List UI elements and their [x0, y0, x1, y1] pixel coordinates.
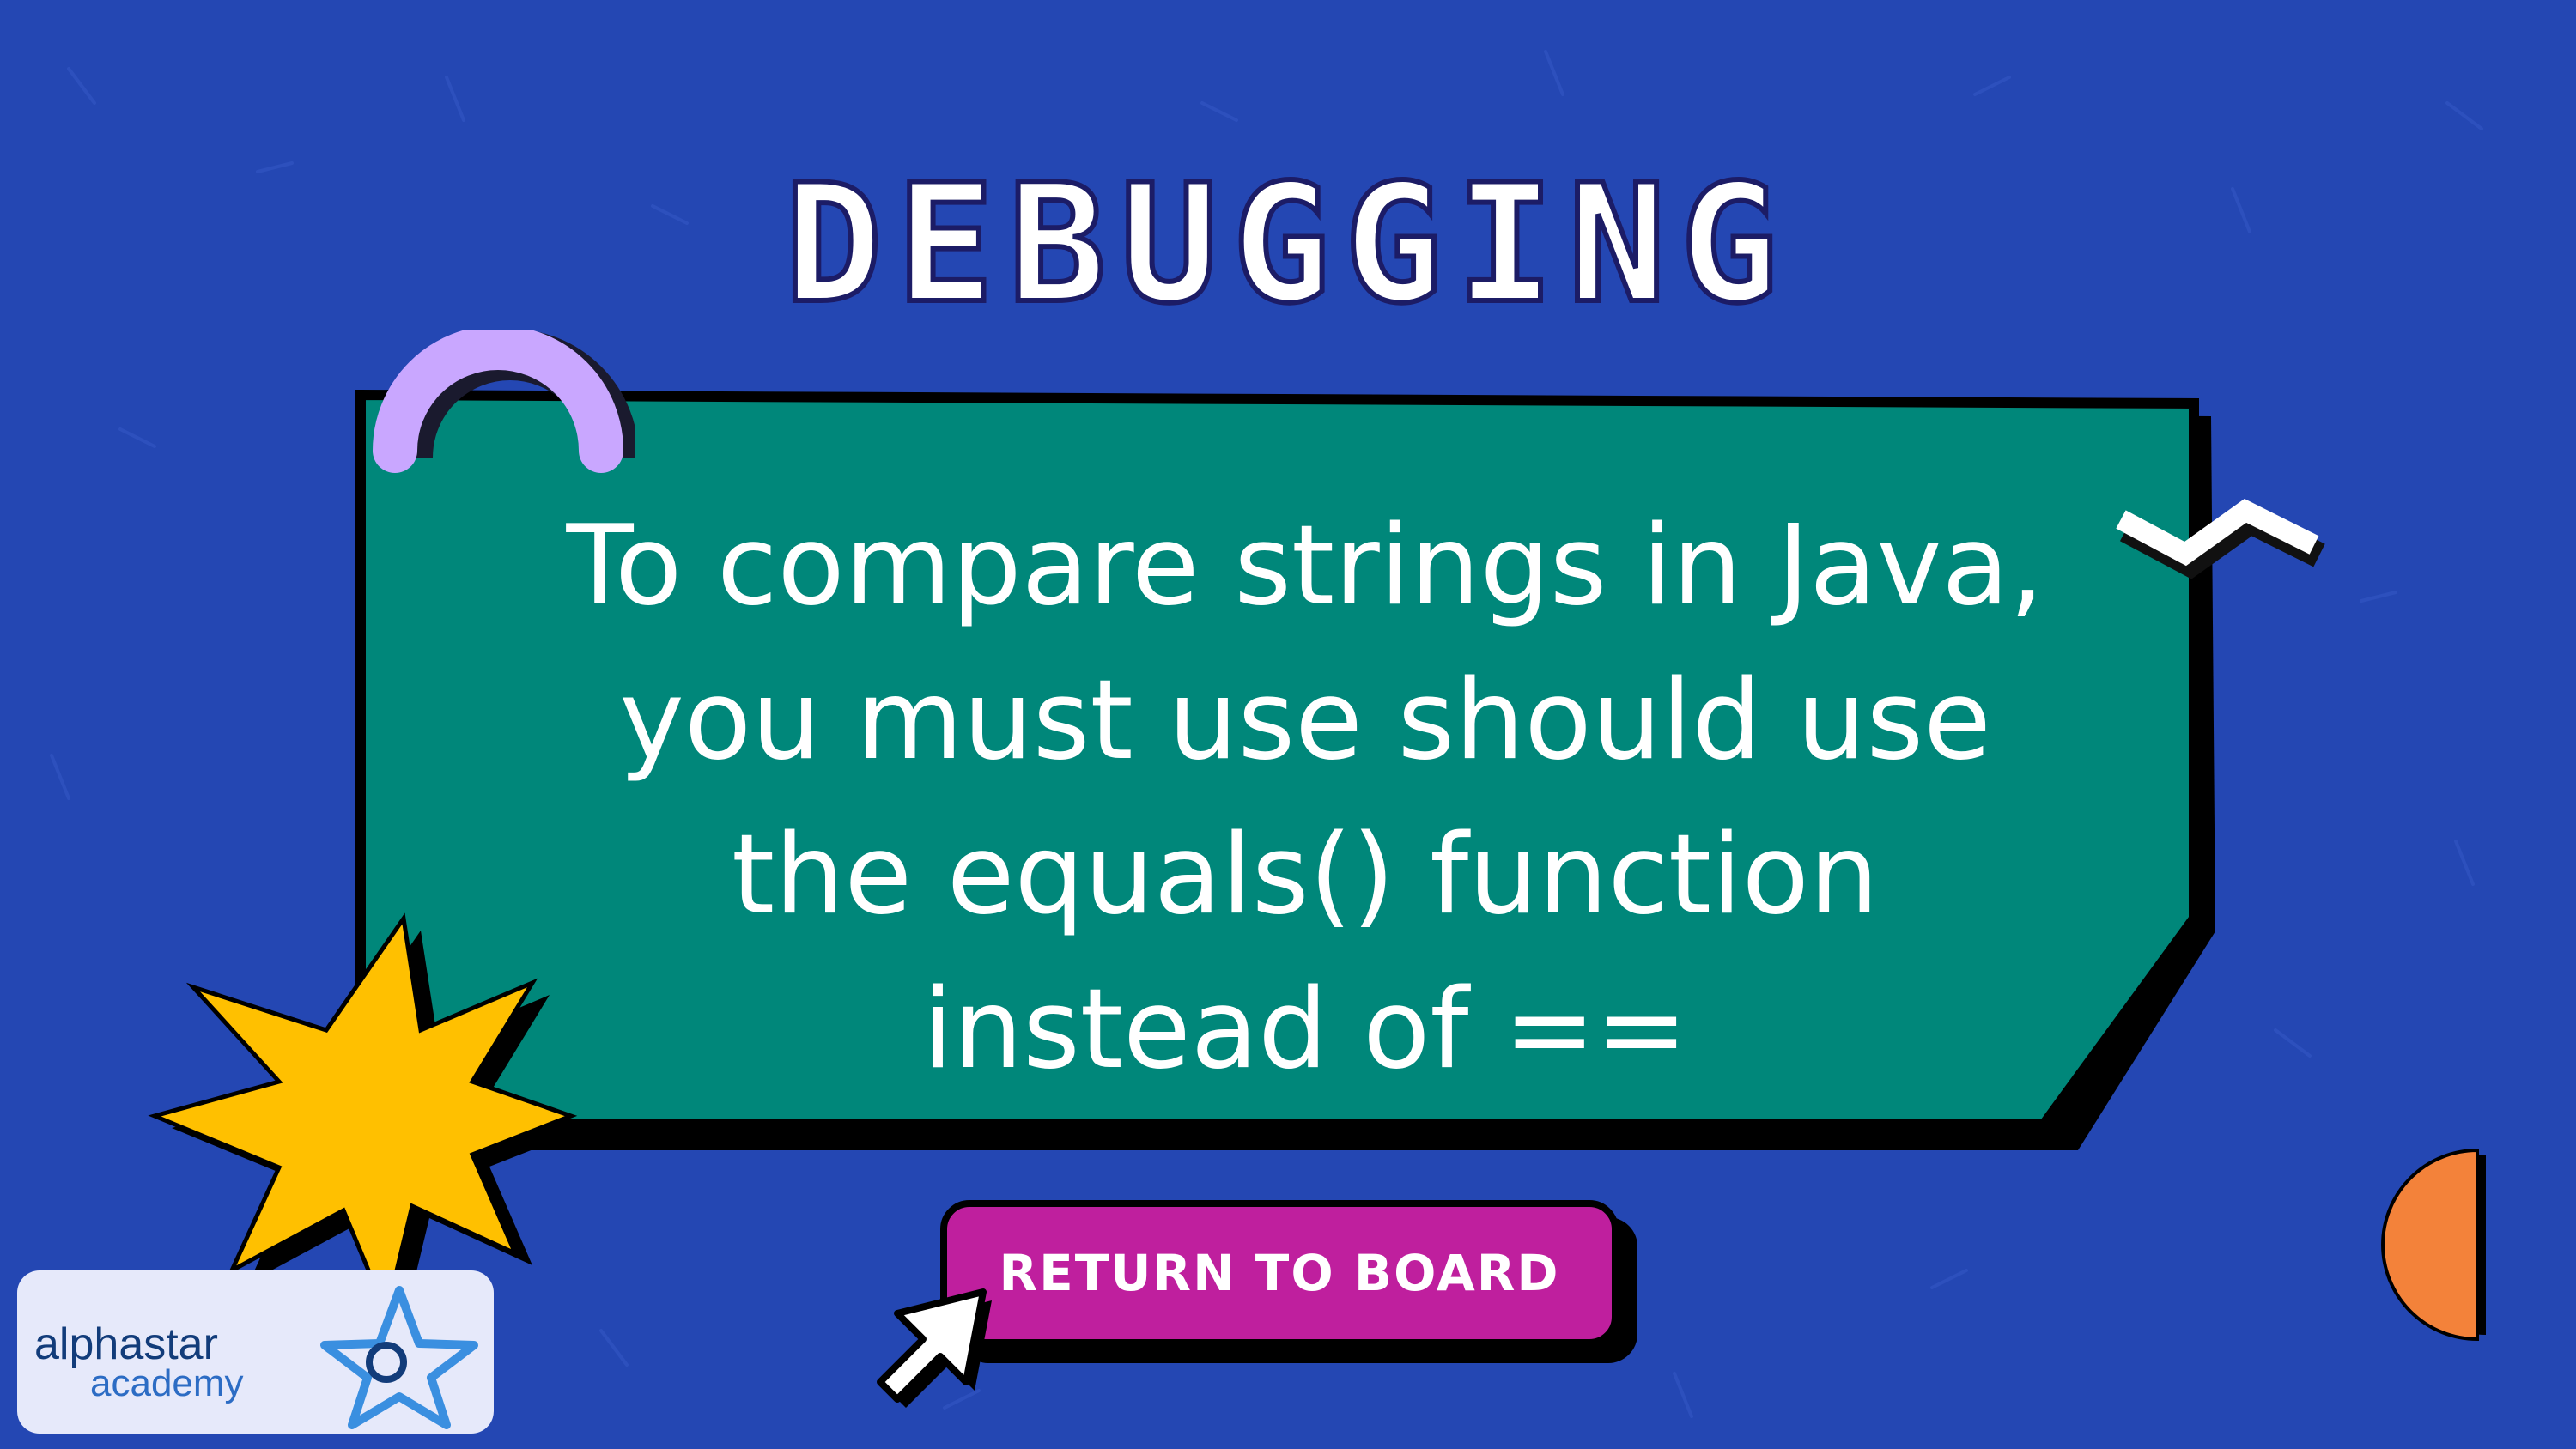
half-circle-decoration — [2381, 1148, 2486, 1342]
arch-decoration — [373, 330, 635, 473]
slide: DEBUGGING To compare strings in Java, yo… — [0, 0, 2576, 1449]
return-to-board-button[interactable]: RETURN TO BOARD — [940, 1200, 1619, 1346]
cursor-arrow-icon — [877, 1288, 992, 1408]
card-line: instead of == — [922, 966, 1688, 1094]
logo-name: alphastar — [34, 1319, 218, 1369]
zigzag-decoration — [2116, 499, 2325, 579]
card-line: To compare strings in Java, — [566, 502, 2044, 630]
logo-star-icon — [320, 1286, 478, 1429]
card-line: you must use should use — [619, 657, 1991, 785]
logo-subtitle: academy — [90, 1362, 244, 1404]
starburst-decoration — [148, 912, 584, 1322]
card-message: To compare strings in Java, you must use… — [481, 489, 2129, 1107]
card-line: the equals() function — [732, 811, 1879, 939]
